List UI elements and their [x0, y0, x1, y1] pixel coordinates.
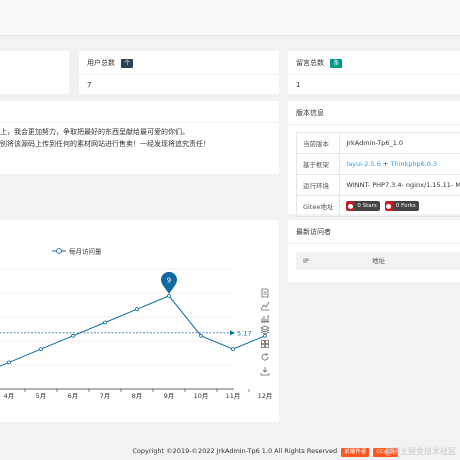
thinkphp-link[interactable]: Thinkphp6.0.3 [390, 160, 437, 168]
data-point [135, 307, 139, 312]
data-point [199, 333, 203, 338]
table-row: 运行环境 WINNT- PHP7.3.4- nginx/1.15.11- M [295, 174, 460, 196]
notice-line-2: 别将该源码上传到任何的素材网站进行售卖！一经发现将追究责任！ [0, 140, 210, 148]
restore-icon[interactable] [260, 352, 270, 362]
download-icon[interactable] [260, 366, 270, 376]
messages-count: 1 [296, 81, 301, 89]
watermark-text: @稀土掘金技术社区 [384, 447, 456, 456]
version-card: 版本信息 当前版本 JrkAdmin-Tp6_1.0 基于框架 layui-2.… [288, 101, 460, 217]
visitors-title: 最新访问者 [288, 220, 460, 244]
env-key: 运行环境 [295, 174, 341, 196]
version-key: 当前版本 [295, 132, 341, 154]
x-tick-label: 7月 [100, 392, 111, 400]
visitors-table-header: IP 地址 [296, 252, 460, 270]
x-tick-label: 4月 [4, 392, 15, 400]
max-marker-label: 9 [167, 276, 171, 284]
layui-link[interactable]: layui-2.5.6 [346, 160, 380, 168]
messages-card-header: 留言总数 条 [288, 51, 460, 75]
x-tick-label: 5月 [36, 392, 47, 400]
framework-sep: + [380, 160, 391, 168]
gitee-value: 0 Stars 0 Forks [339, 195, 460, 217]
users-label: 用户总数 [87, 59, 115, 67]
gitee-icon [384, 201, 393, 211]
legend-label: 每月访问量 [69, 247, 102, 256]
messages-label: 留言总数 [296, 59, 324, 67]
gitee-key: Gitee地址 [295, 195, 341, 217]
notice-line-1: 上，我会更加努力，争取把最好的东西呈献给最可爱的你们。 [0, 128, 189, 136]
bar-chart-icon[interactable] [260, 313, 270, 323]
line-chart-icon[interactable] [260, 301, 270, 311]
version-title: 版本信息 [288, 101, 460, 125]
data-point [167, 294, 171, 298]
table-row: 当前版本 JrkAdmin-Tp6_1.0 [295, 132, 460, 154]
gitee-icon [346, 201, 355, 211]
footer-author-badge[interactable]: 前端作者 [341, 448, 370, 457]
messages-badge: 条 [330, 59, 343, 68]
framework-key: 基于框架 [295, 153, 341, 175]
average-label: 5.17 [237, 329, 251, 337]
data-point [103, 320, 107, 325]
stat-card-messages: 留言总数 条 1 [288, 51, 460, 94]
visitors-card: 最新访问者 IP 地址 [288, 220, 460, 282]
tiled-icon[interactable] [260, 339, 270, 349]
version-table: 当前版本 JrkAdmin-Tp6_1.0 基于框架 layui-2.5.6 +… [295, 132, 460, 217]
stat-card-users: 用户总数 个 7 [79, 51, 279, 94]
data-point [231, 347, 235, 352]
env-value: WINNT- PHP7.3.4- nginx/1.15.11- M [339, 174, 460, 196]
table-row: Gitee地址 0 Stars 0 Forks [295, 195, 460, 217]
notice-card: 上，我会更加努力，争取把最好的东西呈献给最可爱的你们。 别将该源码上传到任何的素… [0, 101, 279, 174]
gitee-stars-badge[interactable]: 0 Stars [346, 201, 380, 211]
table-row: 基于框架 layui-2.5.6 + Thinkphp6.0.3 [295, 153, 460, 175]
legend-marker [56, 248, 62, 254]
gitee-forks-badge[interactable]: 0 Forks [384, 201, 419, 211]
version-value: JrkAdmin-Tp6_1.0 [339, 132, 460, 154]
x-tick-label: 6月 [68, 392, 79, 400]
users-badge: 个 [121, 59, 134, 68]
users-count: 7 [87, 81, 92, 89]
chart-card: 4月 5月 6月 7月 8月 9月 10月 11月 12月 5.17 9 每月访问量 [0, 220, 279, 422]
x-tick-label: 11月 [226, 392, 241, 400]
framework-value: layui-2.5.6 + Thinkphp6.0.3 [339, 153, 460, 175]
series-line-lead [0, 361, 10, 367]
x-tick-label: 10月 [194, 392, 209, 400]
data-point [39, 347, 43, 352]
series-line [8, 295, 266, 363]
data-point [71, 333, 75, 338]
visitors-col-addr: 地址 [372, 257, 385, 265]
top-header [0, 0, 460, 36]
tab-bar [0, 36, 460, 46]
x-tick-label: 8月 [132, 392, 143, 400]
x-tick-label: 9月 [164, 392, 175, 400]
footer-copyright: Copyright ©2019-©2022 JrkAdmin-Tp6 1.0 A… [132, 447, 338, 455]
visits-chart: 4月 5月 6月 7月 8月 9月 10月 11月 12月 5.17 9 每月访问量 [0, 247, 273, 400]
users-card-header: 用户总数 个 [79, 51, 279, 75]
stat-card-left [0, 51, 69, 94]
data-view-icon[interactable] [260, 288, 270, 298]
visitors-col-ip: IP [303, 257, 309, 265]
stack-icon[interactable] [260, 325, 270, 335]
average-arrow [230, 330, 235, 336]
x-tick-label: 12月 [258, 392, 273, 400]
data-point [7, 360, 11, 365]
